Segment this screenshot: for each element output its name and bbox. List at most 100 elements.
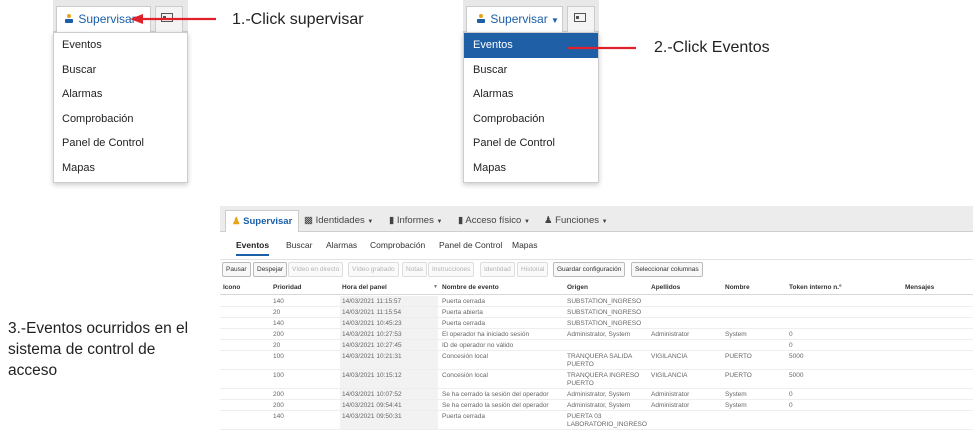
sort-desc-icon: ▼ <box>433 284 438 290</box>
identidad-button[interactable]: Identidad <box>480 262 515 277</box>
tab-identidades[interactable]: ▩ Identidades ▼ <box>298 210 379 232</box>
user-gear-icon: ♟ <box>544 215 553 226</box>
table-row[interactable]: 200 14/03/2021 10:27:53 El operador ha ini… <box>220 329 973 340</box>
historial-button[interactable]: Historial <box>517 262 549 277</box>
cell-apellidos: Administrator <box>651 402 690 409</box>
col-origen[interactable]: Origen <box>567 284 588 291</box>
cell-hora: 14/03/2021 10:27:53 <box>342 331 402 338</box>
table-header: Icono Prioridad Hora del panel ▼ Nombre … <box>220 283 973 295</box>
col-prioridad[interactable]: Prioridad <box>273 284 302 291</box>
identidades-tab[interactable] <box>567 6 595 32</box>
step1-screenshot: Supervisar Eventos Buscar Alarmas Compro… <box>53 0 188 183</box>
menu-item-eventos[interactable]: Eventos <box>54 33 187 58</box>
cell-evento: Se ha cerrado la sesión del operador <box>442 402 549 409</box>
cell-token: 0 <box>789 402 793 409</box>
pausar-button[interactable]: Pausar <box>222 262 251 277</box>
subtab-buscar[interactable]: Buscar <box>286 240 312 250</box>
table-row[interactable]: 140 14/03/2021 11:15:57 Puerta cerrada SUBS… <box>220 296 973 307</box>
cell-evento: Concesión local <box>442 372 488 379</box>
menu-item-alarmas[interactable]: Alarmas <box>54 82 187 107</box>
menu-item-mapas[interactable]: Mapas <box>54 156 187 181</box>
col-nombre[interactable]: Nombre <box>725 284 750 291</box>
tab-supervisar[interactable]: ♟ Supervisar <box>225 210 300 232</box>
col-mensajes[interactable]: Mensajes <box>905 284 934 291</box>
tab-informes-label: Informes <box>396 215 434 226</box>
events-toolbar: Pausar Despejar Vídeo en directo Vídeo g… <box>220 262 973 282</box>
cell-prioridad: 200 <box>273 402 284 409</box>
id-card-icon <box>574 13 586 22</box>
subtab-alarmas[interactable]: Alarmas <box>326 240 357 250</box>
table-row[interactable]: 200 14/03/2021 10:07:52 Se ha cerrado la s… <box>220 389 973 400</box>
subtab-mapas[interactable]: Mapas <box>512 240 538 250</box>
table-row[interactable]: 200 14/03/2021 09:54:41 Se ha cerrado la s… <box>220 400 973 411</box>
seleccionar-columnas-button[interactable]: Seleccionar columnas <box>631 262 703 277</box>
cell-nombre: PUERTO <box>725 353 752 360</box>
cell-token: 0 <box>789 331 793 338</box>
cell-hora: 14/03/2021 09:50:31 <box>342 413 402 420</box>
tab-acceso-fisico[interactable]: ▮ Acceso físico ▼ <box>452 210 536 232</box>
menu-item-panel-control[interactable]: Panel de Control <box>464 131 598 156</box>
cell-evento: Se ha cerrado la sesión del operador <box>442 391 549 398</box>
subtab-eventos[interactable]: Eventos <box>236 240 270 256</box>
menu-item-buscar[interactable]: Buscar <box>464 58 598 83</box>
step2-screenshot: Supervisar ▼ Eventos Buscar Alarmas Comp… <box>463 0 599 183</box>
cell-evento: Puerta cerrada <box>442 298 485 305</box>
col-icono[interactable]: Icono <box>223 284 240 291</box>
table-row[interactable]: 20 14/03/2021 10:27:45 ID de operador no v… <box>220 340 973 351</box>
col-apellidos[interactable]: Apellidos <box>651 284 680 291</box>
table-row[interactable]: 140 14/03/2021 10:45:23 Puerta cerrada SUBS… <box>220 318 973 329</box>
tab-acceso-fisico-label: Acceso físico <box>465 215 522 226</box>
tab-funciones-label: Funciones <box>555 215 600 226</box>
cell-prioridad: 20 <box>273 309 281 316</box>
cell-origen: SUBSTATION_INGRESO <box>567 298 642 305</box>
col-nombre-evento[interactable]: Nombre de evento <box>442 284 499 291</box>
cell-token: 5000 <box>789 353 804 360</box>
instrucciones-button[interactable]: Instrucciones <box>428 262 475 277</box>
menu-item-alarmas[interactable]: Alarmas <box>464 82 598 107</box>
supervisar-tab[interactable]: Supervisar ▼ <box>466 6 563 32</box>
cell-hora: 14/03/2021 10:15:12 <box>342 372 402 379</box>
table-row[interactable]: 100 14/03/2021 10:15:12 Concesión local TRA… <box>220 370 973 389</box>
cell-apellidos: Administrator <box>651 391 690 398</box>
supervisar-dropdown: Eventos Buscar Alarmas Comprobación Pane… <box>463 32 599 183</box>
table-row[interactable]: 140 14/03/2021 09:50:31 Puerta cerrada PUER… <box>220 411 973 430</box>
cell-prioridad: 100 <box>273 353 284 360</box>
events-screenshot: ♟ Supervisar ▩ Identidades ▼ ▮ Informes … <box>220 206 973 443</box>
supervisar-label: Supervisar <box>490 12 548 26</box>
cell-origen: SUBSTATION_INGRESO <box>567 320 642 327</box>
tab-funciones[interactable]: ♟ Funciones ▼ <box>538 210 614 232</box>
video-grabado-button[interactable]: Vídeo grabado <box>348 262 399 277</box>
cell-origen: SUBSTATION_INGRESO <box>567 309 642 316</box>
cell-apellidos: VIGILANCIA <box>651 353 688 360</box>
cell-token: 0 <box>789 391 793 398</box>
menu-item-buscar[interactable]: Buscar <box>54 58 187 83</box>
menu-item-mapas[interactable]: Mapas <box>464 156 598 181</box>
cell-hora: 14/03/2021 10:45:23 <box>342 320 402 327</box>
subtab-comprobacion[interactable]: Comprobación <box>370 240 425 250</box>
menu-item-comprobacion[interactable]: Comprobación <box>54 107 187 132</box>
step3-annotation: 3.-Eventos ocurridos en el sistema de co… <box>8 320 189 379</box>
supervisar-dropdown: Eventos Buscar Alarmas Comprobación Pane… <box>53 32 188 183</box>
despejar-button[interactable]: Despejar <box>253 262 288 277</box>
cell-hora: 14/03/2021 10:21:31 <box>342 353 402 360</box>
cell-apellidos: VIGILANCIA <box>651 372 688 379</box>
menu-item-comprobacion[interactable]: Comprobación <box>464 107 598 132</box>
monitor-person-icon <box>65 14 73 23</box>
top-navbar: ♟ Supervisar ▩ Identidades ▼ ▮ Informes … <box>220 206 973 232</box>
tab-informes[interactable]: ▮ Informes ▼ <box>383 210 448 232</box>
cell-nombre: System <box>725 391 747 398</box>
cell-origen: TRANQUERA SALIDA PUERTO <box>567 353 633 368</box>
col-hora[interactable]: Hora del panel <box>342 284 387 291</box>
chevron-down-icon: ▼ <box>436 219 443 225</box>
col-token[interactable]: Token interno n.º <box>789 284 841 291</box>
subtab-panel-control[interactable]: Panel de Control <box>439 240 502 250</box>
table-row[interactable]: 100 14/03/2021 10:21:31 Concesión local TRA… <box>220 351 973 370</box>
video-directo-button[interactable]: Vídeo en directo <box>288 262 344 277</box>
tab-identidades-label: Identidades <box>315 215 365 226</box>
step2-arrow <box>568 46 636 50</box>
notas-button[interactable]: Notas <box>402 262 427 277</box>
guardar-configuracion-button[interactable]: Guardar configuración <box>553 262 626 277</box>
cell-prioridad: 200 <box>273 391 284 398</box>
table-row[interactable]: 20 14/03/2021 11:15:54 Puerta abierta SUBST… <box>220 307 973 318</box>
menu-item-panel-control[interactable]: Panel de Control <box>54 131 187 156</box>
